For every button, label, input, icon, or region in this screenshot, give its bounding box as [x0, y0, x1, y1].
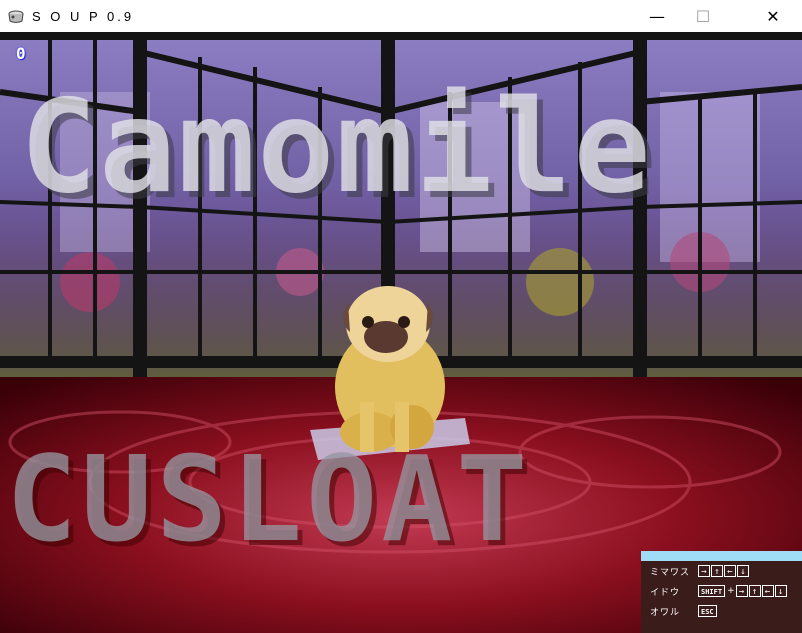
down-arrow-key-icon: ↓ [774, 585, 787, 597]
shift-key-icon: SHIFT [698, 585, 726, 597]
window-title: S O U P 0.9 [32, 8, 135, 24]
left-arrow-key-icon: ← [761, 585, 774, 597]
up-arrow-key-icon: ↑ [711, 565, 723, 577]
game-window: S O U P 0.9 — ☐ ✕ Camomile CUSLOAT 0 ミマワ… [0, 0, 802, 633]
soup-pot-icon [6, 7, 26, 25]
help-label-quit: オワル [650, 607, 681, 618]
up-arrow-key-icon: ↑ [748, 585, 761, 597]
help-row-quit: オワル ESC [641, 601, 802, 621]
title-logo-text: Camomile [20, 73, 653, 222]
close-icon[interactable]: ✕ [750, 0, 796, 32]
left-arrow-key-icon: ← [724, 565, 736, 577]
minimize-icon[interactable]: — [634, 0, 680, 32]
game-viewport[interactable]: Camomile CUSLOAT 0 ミマワス → ↑ ← ↓ イドウ SHIF… [0, 32, 802, 633]
help-label-move: イドウ [650, 587, 681, 598]
title-bar[interactable]: S O U P 0.9 — ☐ ✕ [0, 0, 802, 32]
controls-help-panel: ミマワス → ↑ ← ↓ イドウ SHIFT + → ↑ ← ↓ オワル ESC [641, 551, 802, 633]
help-row-look: ミマワス → ↑ ← ↓ [641, 561, 802, 581]
score-counter: 0 [16, 44, 26, 63]
help-label-look: ミマワス [650, 567, 691, 578]
help-panel-bar [641, 551, 802, 561]
right-arrow-key-icon: → [698, 565, 710, 577]
maximize-icon[interactable]: ☐ [680, 0, 726, 32]
help-row-move: イドウ SHIFT + → ↑ ← ↓ [641, 581, 802, 601]
right-arrow-key-icon: → [735, 585, 748, 597]
down-arrow-key-icon: ↓ [737, 565, 749, 577]
subtitle-logo-text: CUSLOAT [6, 430, 532, 568]
esc-key-icon: ESC [698, 605, 717, 617]
plus-sign: + [727, 586, 735, 596]
